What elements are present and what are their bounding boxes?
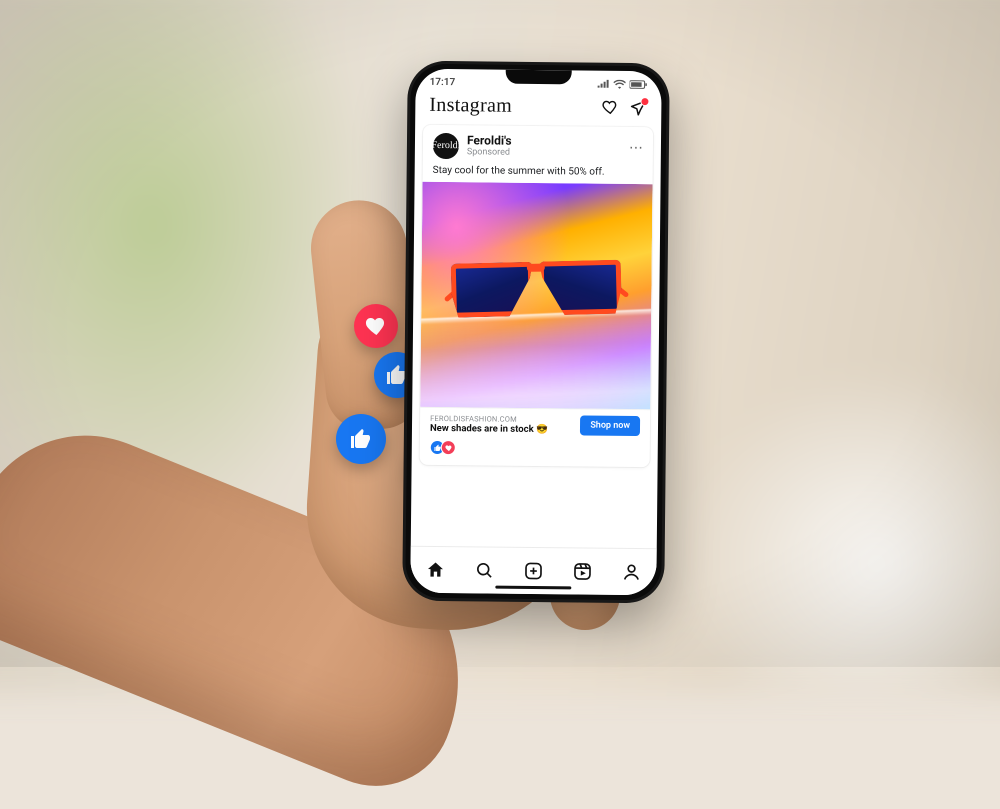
bottom-nav: [410, 546, 656, 596]
wifi-icon: [614, 80, 626, 89]
ad-media-image[interactable]: [420, 182, 652, 410]
phone-screen: 17:17 Instagram: [410, 69, 661, 596]
nav-reels-icon[interactable]: [573, 561, 593, 581]
sunglasses-product: [451, 253, 623, 329]
reaction-strip[interactable]: [420, 438, 650, 467]
instagram-logo[interactable]: Instagram: [429, 94, 512, 118]
shop-now-button[interactable]: Shop now: [580, 416, 640, 437]
phone-notch: [506, 70, 572, 85]
sponsored-post-card: Feroldi Feroldi's Sponsored ⋯ Stay cool …: [420, 125, 654, 468]
nav-create-icon[interactable]: [523, 561, 543, 581]
nav-search-icon[interactable]: [474, 560, 494, 580]
notification-badge-icon: [640, 97, 649, 106]
app-header: Instagram: [415, 90, 661, 128]
signal-icon: [598, 80, 610, 89]
sponsored-label: Sponsored: [467, 148, 512, 158]
status-time: 17:17: [430, 77, 456, 88]
love-reaction-icon: [441, 440, 456, 455]
advertiser-avatar[interactable]: Feroldi: [433, 133, 459, 159]
smartphone-frame: 17:17 Instagram: [402, 61, 670, 604]
cta-headline: New shades are in stock 😎: [430, 423, 572, 435]
floating-love-reaction-icon: [354, 304, 398, 348]
post-header[interactable]: Feroldi Feroldi's Sponsored ⋯: [423, 125, 653, 167]
advertiser-name[interactable]: Feroldi's: [467, 135, 512, 149]
feed[interactable]: Feroldi Feroldi's Sponsored ⋯ Stay cool …: [412, 125, 662, 476]
activity-heart-icon[interactable]: [601, 98, 619, 116]
floating-like-reaction-icon: [336, 414, 386, 464]
cta-row: FEROLDISFASHION.COM New shades are in st…: [420, 407, 650, 440]
battery-icon: [630, 80, 648, 89]
post-menu-icon[interactable]: ⋯: [629, 140, 643, 156]
home-indicator: [495, 585, 571, 589]
nav-profile-icon[interactable]: [622, 562, 642, 582]
messages-icon[interactable]: [629, 98, 647, 116]
nav-home-icon[interactable]: [425, 560, 445, 580]
